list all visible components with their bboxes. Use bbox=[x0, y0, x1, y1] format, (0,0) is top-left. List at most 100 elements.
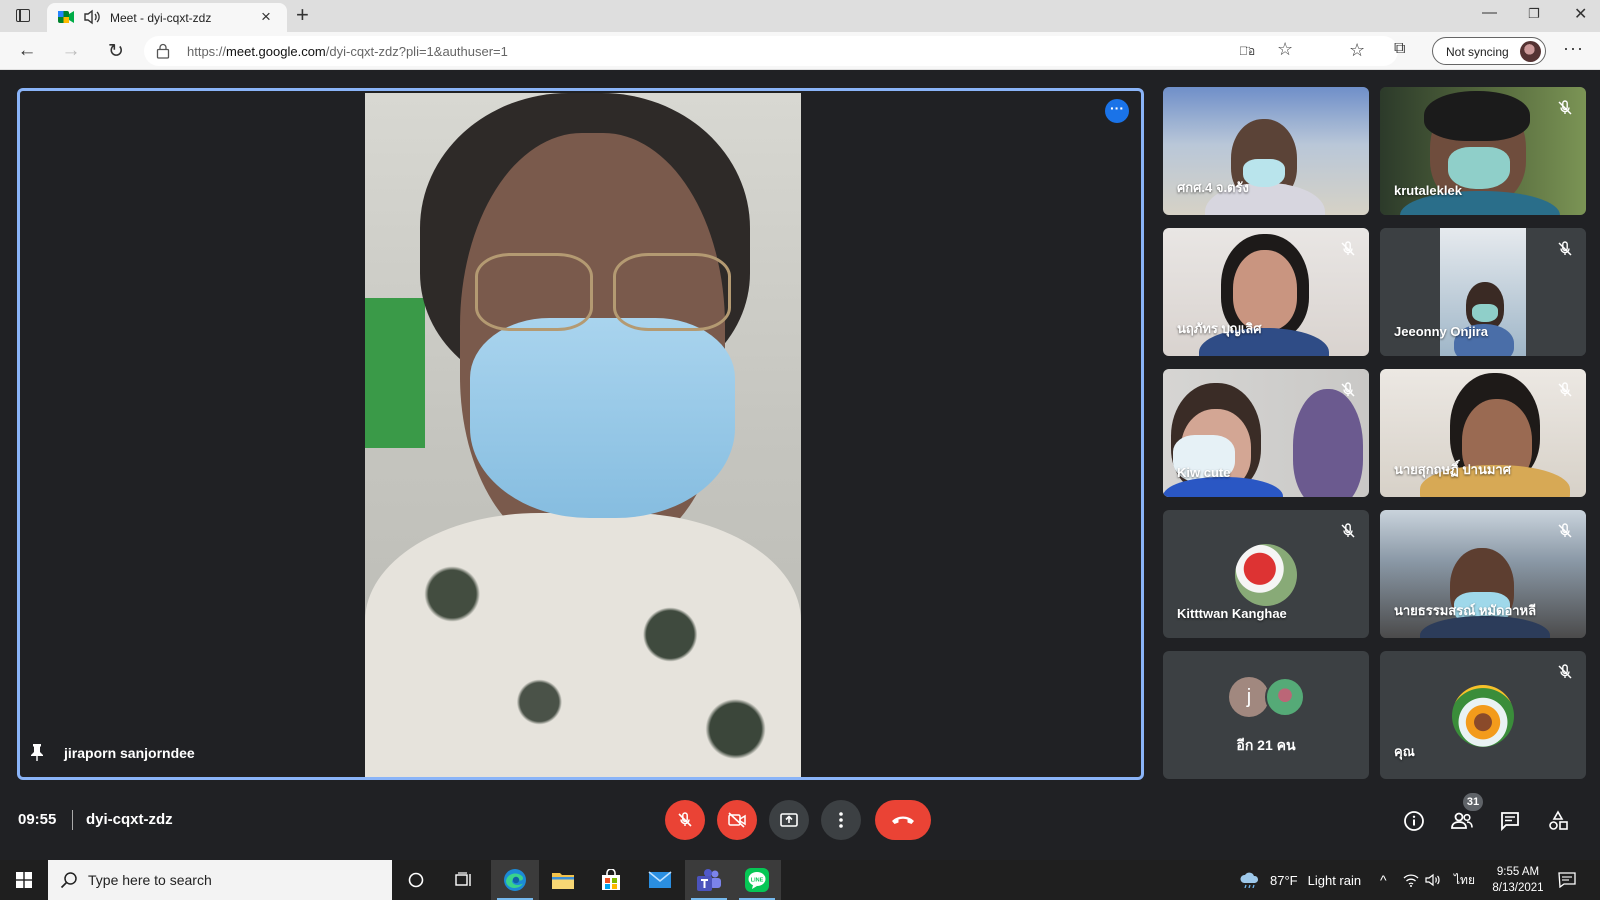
self-tile[interactable]: คุณ bbox=[1380, 651, 1586, 779]
more-options-icon[interactable]: ··· bbox=[1105, 99, 1129, 123]
leave-call-button[interactable] bbox=[875, 800, 931, 840]
participant-count-badge: 31 bbox=[1463, 793, 1483, 811]
microsoft-store-icon[interactable] bbox=[587, 860, 635, 900]
activities-icon bbox=[1549, 810, 1568, 830]
cortana-icon[interactable] bbox=[392, 860, 440, 900]
windows-start-icon[interactable] bbox=[16, 872, 32, 888]
chat-icon bbox=[1501, 812, 1519, 832]
others-tile[interactable]: j อีก 21 คน bbox=[1163, 651, 1369, 779]
taskbar-search-input[interactable] bbox=[88, 868, 378, 892]
close-window-icon[interactable]: ✕ bbox=[1574, 4, 1587, 24]
mail-icon[interactable] bbox=[636, 860, 684, 900]
meeting-code: dyi-cqxt-zdz bbox=[86, 811, 173, 828]
others-count-label: อีก 21 คน bbox=[1236, 737, 1296, 753]
meeting-details-button[interactable] bbox=[1401, 808, 1427, 834]
restore-icon[interactable]: ❐ bbox=[1528, 6, 1540, 22]
main-speaker-name: jiraporn sanjorndee bbox=[64, 745, 195, 761]
weather-widget[interactable]: 87°F Light rain bbox=[1239, 860, 1361, 900]
participant-name: krutaleklek bbox=[1394, 183, 1462, 198]
divider bbox=[72, 810, 73, 830]
refresh-icon[interactable]: ↻ bbox=[103, 38, 129, 64]
line-app-icon[interactable]: LINE bbox=[733, 860, 781, 900]
participant-tile[interactable]: นฤภัทร บุญเลิศ bbox=[1163, 228, 1369, 356]
participant-name: Jeeonny Onjira bbox=[1394, 324, 1488, 339]
more-vert-icon bbox=[839, 812, 843, 828]
meeting-clock: 09:55 bbox=[18, 811, 57, 828]
svg-text:LINE: LINE bbox=[751, 878, 764, 884]
more-options-button[interactable] bbox=[821, 800, 861, 840]
browser-tab-meet[interactable]: Meet - dyi-cqxt-zdz × bbox=[47, 3, 287, 32]
mic-off-icon bbox=[1558, 100, 1572, 115]
participant-tile[interactable]: นายธรรมสรณ์ หมัดอาหลี bbox=[1380, 510, 1586, 638]
participant-name: นายสุกฤษฏิ์ ปานมาศ bbox=[1394, 462, 1511, 477]
self-avatar bbox=[1452, 685, 1514, 747]
participant-name: Kiw cute bbox=[1177, 465, 1231, 480]
participant-avatar bbox=[1265, 677, 1305, 717]
participant-name: ศกศ.4 จ.ตรัง bbox=[1177, 180, 1249, 195]
mic-off-icon bbox=[1558, 523, 1572, 538]
participant-tile[interactable]: Kitttwan Kanghae bbox=[1163, 510, 1369, 638]
camera-toggle-button[interactable] bbox=[717, 800, 757, 840]
tab-title: Meet - dyi-cqxt-zdz bbox=[110, 11, 212, 25]
participant-tile[interactable]: Jeeonny Onjira bbox=[1380, 228, 1586, 356]
hang-up-icon bbox=[892, 816, 914, 824]
mic-toggle-button[interactable] bbox=[665, 800, 705, 840]
tab-close-icon[interactable]: × bbox=[261, 7, 271, 27]
collections-icon[interactable]: ⧉ bbox=[1394, 40, 1405, 58]
input-language[interactable]: ไทย bbox=[1454, 860, 1475, 900]
read-aloud-icon[interactable]: อ̈อ bbox=[1239, 42, 1255, 61]
add-favorite-icon[interactable]: ☆ bbox=[1277, 39, 1293, 60]
mic-off-icon bbox=[1558, 382, 1572, 397]
participant-tile[interactable]: นายสุกฤษฏิ์ ปานมาศ bbox=[1380, 369, 1586, 497]
participant-name: นฤภัทร บุญเลิศ bbox=[1177, 321, 1262, 336]
forward-arrow-icon[interactable]: → bbox=[58, 38, 84, 64]
chat-button[interactable] bbox=[1497, 808, 1523, 834]
participant-avatar bbox=[1235, 544, 1297, 606]
volume-icon[interactable] bbox=[1425, 860, 1441, 900]
lock-icon[interactable] bbox=[156, 43, 170, 59]
browser-tab-bar: Meet - dyi-cqxt-zdz × + — ❐ ✕ bbox=[0, 0, 1600, 32]
mic-off-icon bbox=[678, 812, 692, 827]
profile-sync-button[interactable]: Not syncing bbox=[1432, 37, 1546, 65]
main-speaker-tile[interactable]: ··· jiraporn sanjorndee bbox=[17, 88, 1144, 780]
taskbar-search[interactable] bbox=[48, 860, 392, 900]
edge-browser-icon[interactable] bbox=[491, 860, 539, 900]
rain-cloud-icon bbox=[1240, 872, 1259, 888]
present-screen-button[interactable] bbox=[769, 800, 809, 840]
participant-avatar: j bbox=[1229, 677, 1269, 717]
weather-text: Light rain bbox=[1307, 872, 1362, 888]
favorites-icon[interactable]: ☆ bbox=[1349, 40, 1365, 61]
present-screen-icon bbox=[780, 813, 798, 827]
info-icon bbox=[1404, 811, 1424, 831]
participant-name: คุณ bbox=[1394, 744, 1415, 759]
new-tab-icon[interactable]: + bbox=[296, 2, 309, 28]
camera-off-icon bbox=[728, 812, 746, 828]
wifi-icon[interactable] bbox=[1403, 860, 1419, 900]
participant-tile[interactable]: ศกศ.4 จ.ตรัง bbox=[1163, 87, 1369, 215]
pin-icon[interactable] bbox=[30, 743, 44, 761]
profile-avatar bbox=[1520, 41, 1541, 62]
file-explorer-icon[interactable] bbox=[539, 860, 587, 900]
mic-off-icon bbox=[1558, 241, 1572, 256]
people-icon bbox=[1451, 812, 1473, 829]
url-text[interactable]: https://meet.google.com/dyi-cqxt-zdz?pli… bbox=[187, 44, 508, 59]
weather-temp: 87°F bbox=[1270, 872, 1298, 888]
system-clock[interactable]: 9:55 AM 8/13/2021 bbox=[1486, 864, 1550, 896]
notifications-icon[interactable] bbox=[1558, 860, 1576, 900]
participants-button[interactable] bbox=[1449, 808, 1475, 834]
show-hidden-icons-icon[interactable]: ^ bbox=[1380, 860, 1387, 900]
speaker-icon[interactable] bbox=[83, 9, 101, 25]
activities-button[interactable] bbox=[1545, 808, 1571, 834]
task-view-icon[interactable] bbox=[440, 860, 488, 900]
teams-icon[interactable] bbox=[685, 860, 733, 900]
participant-tile[interactable]: Kiw cute bbox=[1163, 369, 1369, 497]
participant-name: นายธรรมสรณ์ หมัดอาหลี bbox=[1394, 603, 1537, 618]
browser-menu-icon[interactable]: ··· bbox=[1563, 38, 1584, 59]
address-bar[interactable]: https://meet.google.com/dyi-cqxt-zdz?pli… bbox=[144, 36, 1398, 66]
minimize-icon[interactable]: — bbox=[1482, 4, 1497, 21]
main-speaker-video bbox=[365, 93, 801, 777]
google-meet-icon bbox=[58, 11, 74, 23]
tab-actions-icon[interactable] bbox=[16, 9, 30, 22]
participant-tile[interactable]: krutaleklek bbox=[1380, 87, 1586, 215]
back-arrow-icon[interactable]: ← bbox=[14, 38, 40, 64]
